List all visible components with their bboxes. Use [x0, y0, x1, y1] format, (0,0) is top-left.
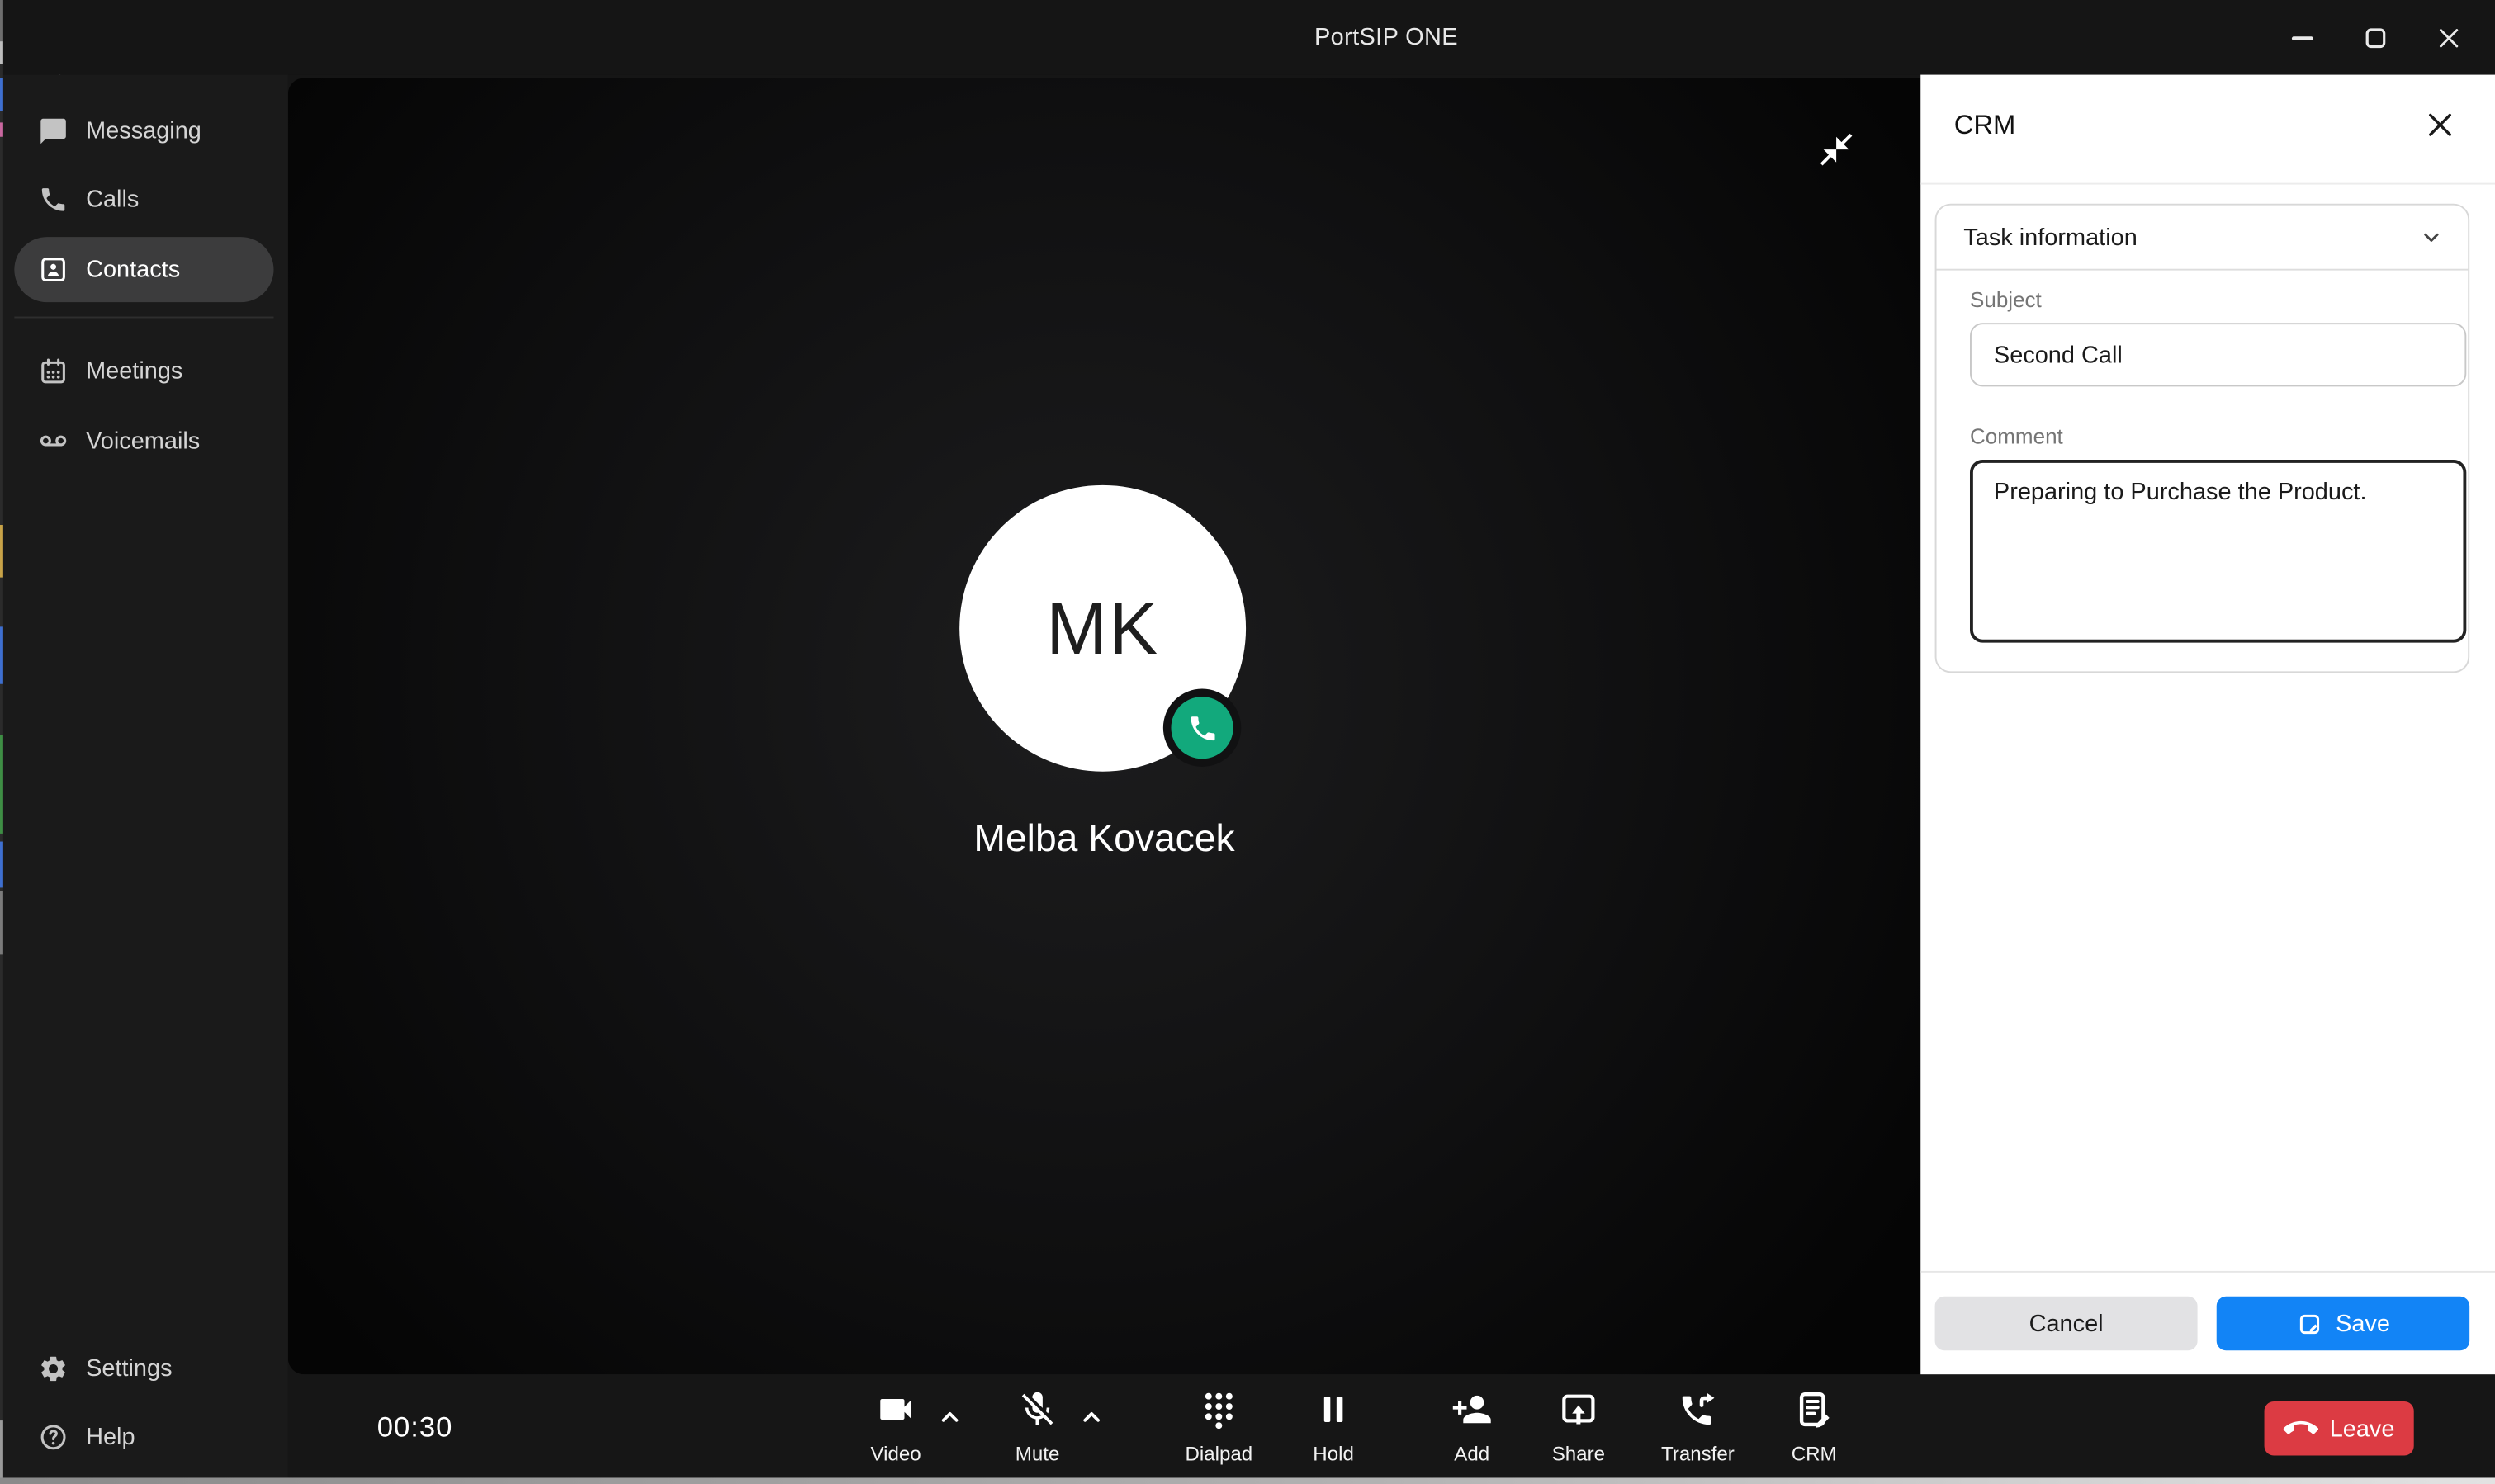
minimize-button[interactable]	[2265, 0, 2339, 75]
call-active-badge	[1171, 697, 1233, 759]
sidebar-item-label: Settings	[86, 1354, 172, 1382]
add-button-label: Add	[1454, 1443, 1489, 1465]
gear-icon	[38, 1353, 69, 1383]
cancel-button[interactable]: Cancel	[1935, 1297, 2198, 1351]
crm-close-button[interactable]	[2423, 108, 2456, 141]
maximize-button[interactable]	[2339, 0, 2412, 75]
calendar-icon	[38, 356, 69, 386]
transfer-call-button[interactable]: Transfer	[1637, 1389, 1758, 1466]
sidebar-item-label: Messaging	[86, 117, 201, 144]
sidebar-item-label: Voicemails	[86, 427, 200, 454]
window-title: PortSIP ONE	[1314, 24, 1458, 51]
crm-footer-divider	[1920, 1271, 2495, 1273]
crm-header-divider	[1920, 183, 2495, 185]
task-information-card: Task information Subject Comment Prepari…	[1935, 204, 2470, 673]
dialpad-icon	[1198, 1389, 1239, 1430]
call-stage: MK Melba Kovacek	[288, 75, 1920, 1478]
close-icon	[2423, 108, 2456, 141]
save-note-icon	[2296, 1310, 2323, 1337]
exit-fullscreen-icon	[1817, 130, 1855, 168]
mic-off-icon	[1017, 1389, 1058, 1430]
video-button-label: Video	[870, 1443, 921, 1465]
leave-call-button[interactable]: Leave	[2265, 1401, 2414, 1456]
maximize-icon	[2358, 20, 2393, 54]
close-button[interactable]	[2412, 0, 2486, 75]
contact-card-icon	[38, 254, 69, 285]
minimize-icon	[2285, 20, 2320, 54]
transfer-button-label: Transfer	[1661, 1443, 1735, 1465]
phone-transfer-icon	[1677, 1389, 1718, 1430]
sidebar-item-help[interactable]: Help	[0, 1401, 288, 1472]
call-timer: 00:30	[377, 1411, 453, 1444]
sidebar-item-label: Calls	[86, 186, 139, 213]
chat-bubble-icon	[38, 116, 69, 146]
crm-panel: CRM Task information Subject Comment Pre…	[1920, 75, 2495, 1375]
chevron-down-icon	[2417, 223, 2446, 252]
comment-label: Comment	[1970, 425, 2063, 449]
sidebar-item-calls[interactable]: Calls	[0, 164, 288, 234]
sidebar-item-settings[interactable]: Settings	[0, 1333, 288, 1403]
phone-icon	[1186, 711, 1219, 744]
leave-button-label: Leave	[2330, 1415, 2395, 1442]
participant-name: Melba Kovacek	[288, 818, 1920, 863]
sidebar: KE Messaging Calls Contacts Meetin	[0, 75, 288, 1478]
sidebar-item-label: Meetings	[86, 357, 182, 385]
hold-button-label: Hold	[1313, 1443, 1354, 1465]
pause-icon	[1313, 1389, 1354, 1430]
cancel-button-label: Cancel	[2029, 1310, 2104, 1337]
dialpad-button-label: Dialpad	[1185, 1443, 1252, 1465]
crm-button[interactable]: CRM	[1754, 1389, 1874, 1466]
sidebar-item-label: Help	[86, 1423, 135, 1450]
call-video-area: MK Melba Kovacek	[288, 78, 1920, 1374]
desktop-bottom-sliver	[0, 1477, 2495, 1484]
sidebar-divider	[14, 317, 273, 319]
close-icon	[2431, 20, 2466, 54]
video-options-chevron-up-icon[interactable]	[935, 1403, 964, 1432]
note-edit-icon	[1793, 1389, 1835, 1430]
voicemail-icon	[38, 426, 69, 456]
sidebar-item-label: Contacts	[86, 256, 180, 283]
share-screen-button[interactable]: Share	[1518, 1389, 1639, 1466]
sidebar-item-contacts[interactable]: Contacts	[14, 237, 273, 302]
dialpad-button[interactable]: Dialpad	[1158, 1389, 1279, 1466]
collapse-call-button[interactable]	[1817, 130, 1855, 168]
phone-hangup-icon	[2284, 1411, 2318, 1446]
crm-button-label: CRM	[1792, 1443, 1837, 1465]
add-participant-button[interactable]: Add	[1412, 1389, 1532, 1466]
mute-button-label: Mute	[1016, 1443, 1060, 1465]
hold-button[interactable]: Hold	[1273, 1389, 1394, 1466]
subject-input[interactable]	[1970, 323, 2466, 386]
share-button-label: Share	[1552, 1443, 1605, 1465]
sidebar-item-voicemails[interactable]: Voicemails	[0, 405, 288, 475]
comment-textarea[interactable]: Preparing to Purchase the Product.	[1970, 460, 2466, 643]
mute-options-chevron-up-icon[interactable]	[1077, 1403, 1106, 1432]
question-circle-icon	[38, 1421, 69, 1452]
sidebar-item-messaging[interactable]: Messaging	[0, 96, 288, 166]
video-camera-icon	[875, 1389, 916, 1430]
participant-avatar: MK	[959, 485, 1246, 772]
title-bar: PortSIP ONE	[0, 0, 2495, 75]
desktop-edge-sliver	[0, 0, 3, 1484]
person-add-icon	[1451, 1389, 1493, 1430]
save-button[interactable]: Save	[2217, 1297, 2469, 1351]
participant-initials: MK	[1046, 585, 1159, 671]
task-information-title: Task information	[1963, 224, 2137, 251]
subject-label: Subject	[1970, 288, 2042, 312]
app-window: PortSIP ONE KE Messaging Ca	[0, 0, 2495, 1484]
window-controls	[2265, 0, 2485, 75]
call-toolbar: 00:30 Video Mute Dialpad Hold Add	[288, 1374, 2495, 1477]
crm-panel-title: CRM	[1954, 110, 2016, 142]
task-information-accordion[interactable]: Task information	[1937, 206, 2469, 271]
screen-share-icon	[1558, 1389, 1599, 1430]
save-button-label: Save	[2336, 1310, 2390, 1337]
phone-icon	[38, 184, 69, 215]
sidebar-item-meetings[interactable]: Meetings	[0, 336, 288, 406]
